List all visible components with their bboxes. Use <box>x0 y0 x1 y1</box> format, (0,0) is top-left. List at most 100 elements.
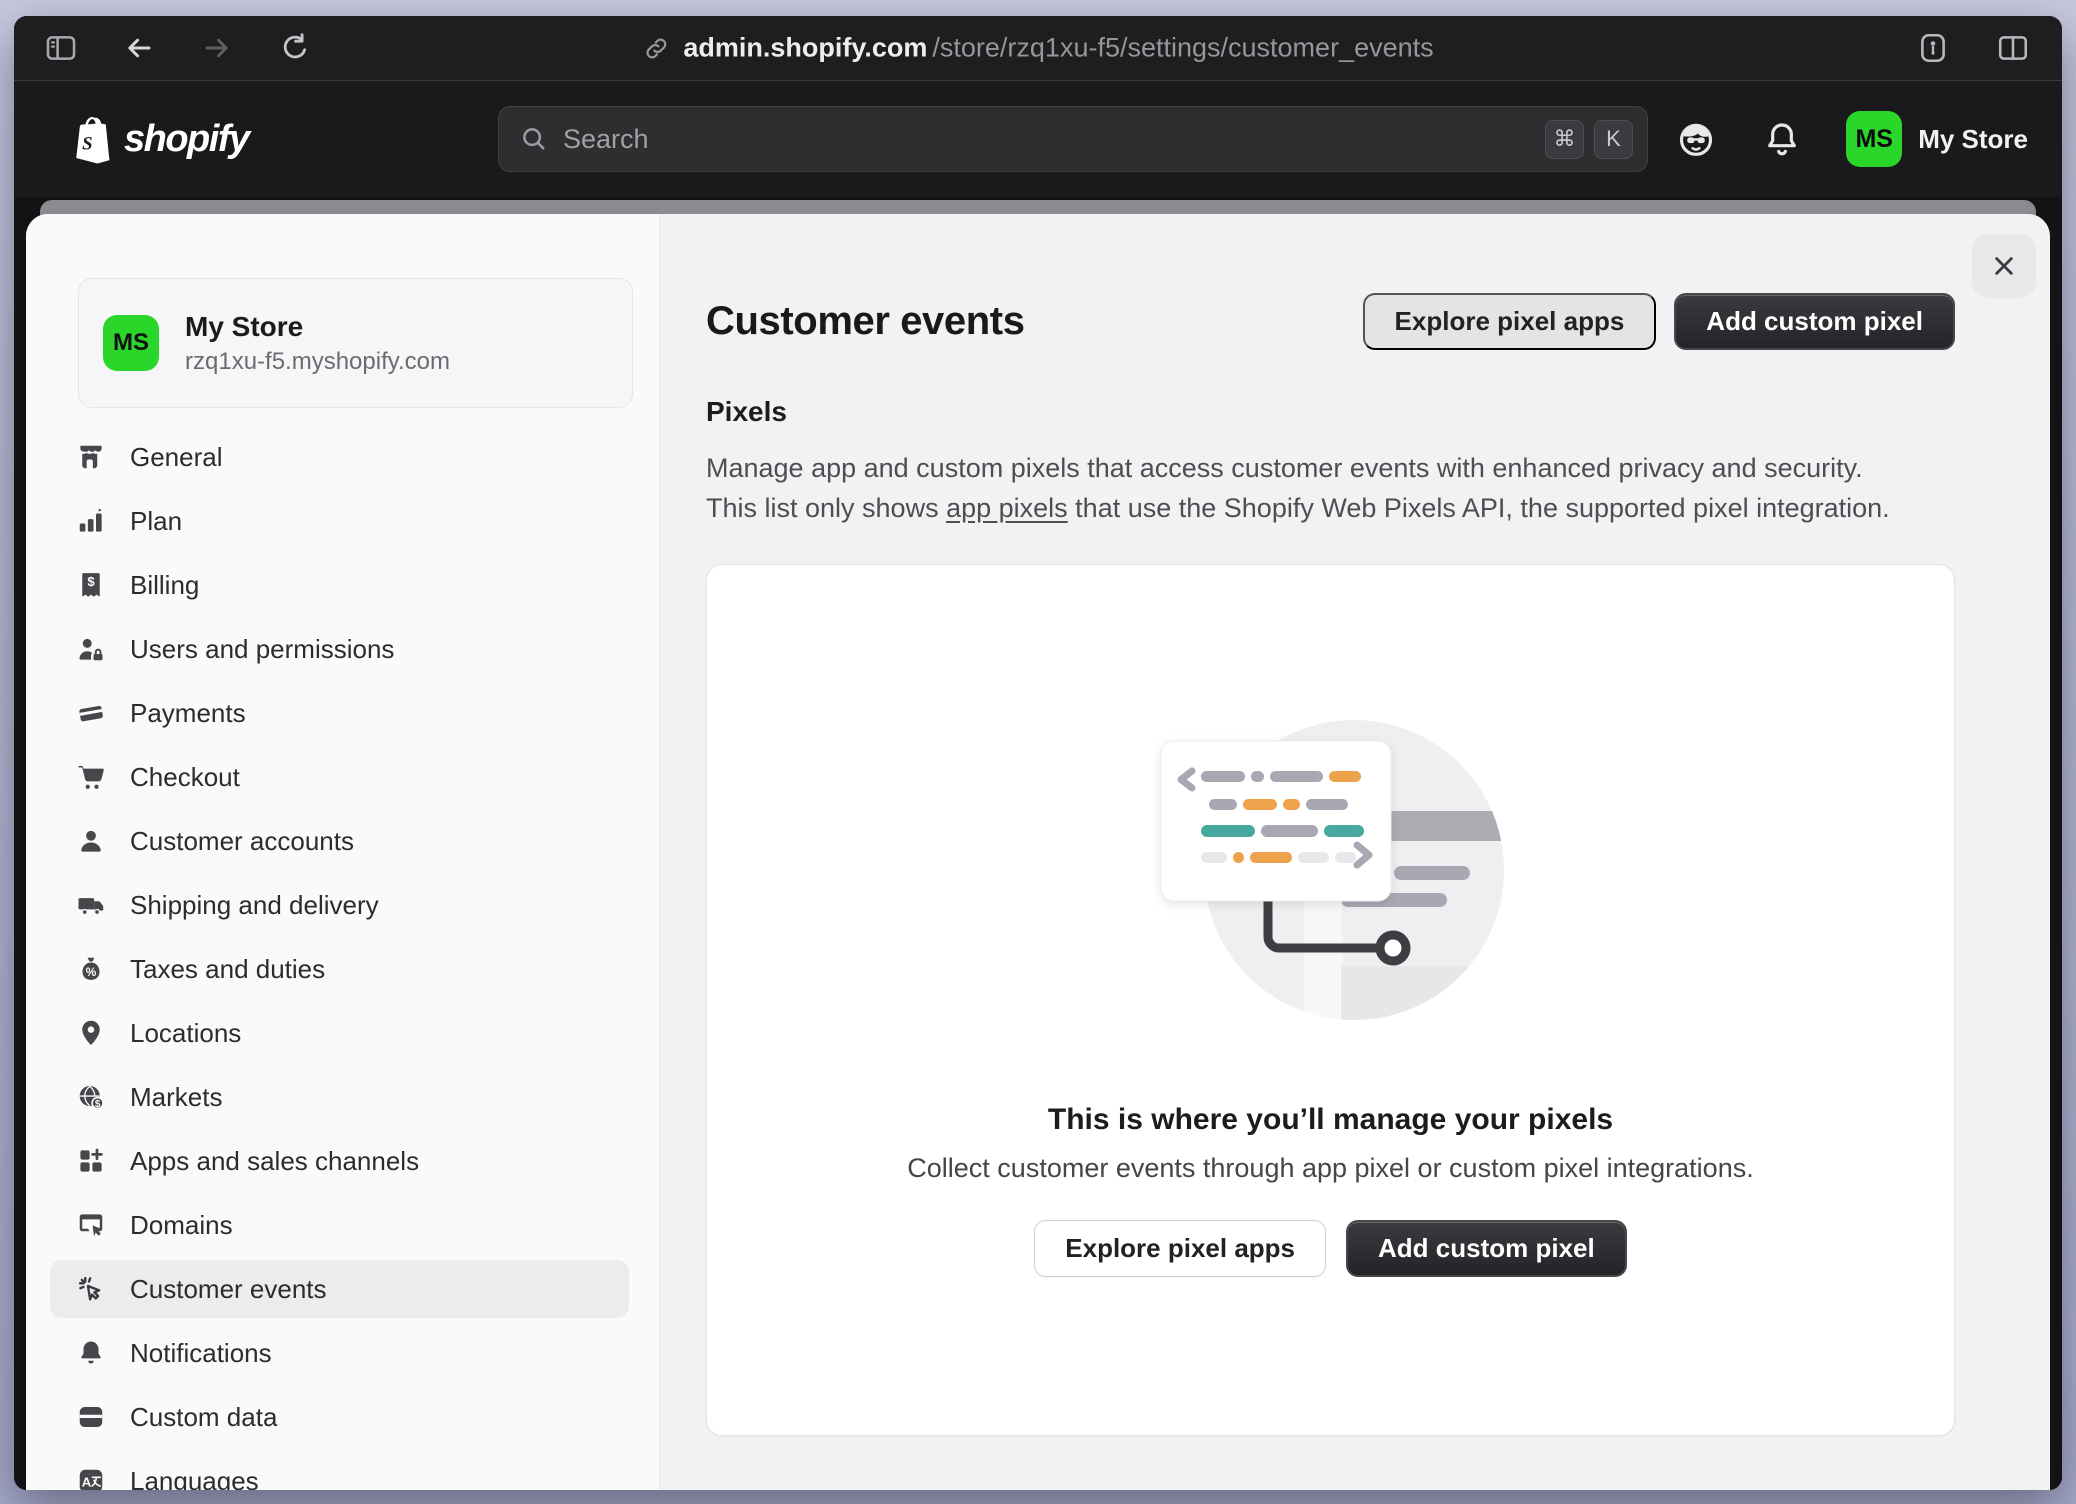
url-path: /store/rzq1xu-f5/settings/customer_event… <box>932 33 1433 64</box>
browser-right-controls <box>1914 29 2062 67</box>
split-view-icon[interactable] <box>1994 29 2032 67</box>
description-line-1: Manage app and custom pixels that access… <box>706 448 1955 488</box>
close-settings-button[interactable] <box>1972 234 2036 298</box>
store-switcher[interactable]: MS My Store rzq1xu-f5.myshopify.com <box>78 278 633 408</box>
sidebar-item-general[interactable]: General <box>50 428 629 486</box>
sidebar-item-billing[interactable]: $ Billing <box>50 556 629 614</box>
sidebar-item-domains[interactable]: Domains <box>50 1196 629 1254</box>
settings-modal: MS My Store rzq1xu-f5.myshopify.com Gene… <box>26 214 2050 1490</box>
sidebar-item-label: Domains <box>130 1210 233 1241</box>
search-input[interactable]: Search ⌘ K <box>498 106 1648 172</box>
sidebar-item-label: Users and permissions <box>130 634 394 665</box>
pixels-empty-state-card: This is where you’ll manage your pixels … <box>706 564 1955 1436</box>
explore-pixel-apps-button-empty[interactable]: Explore pixel apps <box>1034 1220 1326 1277</box>
browser-toolbar: admin.shopify.com/store/rzq1xu-f5/settin… <box>14 16 2062 81</box>
admin-page-backdrop: MS My Store rzq1xu-f5.myshopify.com Gene… <box>14 197 2062 1490</box>
settings-sidebar: MS My Store rzq1xu-f5.myshopify.com Gene… <box>26 214 660 1490</box>
sidebar-item-label: Billing <box>130 570 199 601</box>
sidebar-item-custom-data[interactable]: Custom data <box>50 1388 629 1446</box>
shipping-icon <box>76 890 106 920</box>
locations-icon <box>76 1018 106 1048</box>
sidebar-toggle-icon[interactable] <box>42 29 80 67</box>
sidebar-item-customer-events[interactable]: Customer events <box>50 1260 629 1318</box>
sidebar-item-label: Plan <box>130 506 182 537</box>
sidebar-item-label: Locations <box>130 1018 241 1049</box>
link-icon <box>642 34 670 62</box>
customer-accounts-icon <box>76 826 106 856</box>
sidebar-item-apps-and-sales-channels[interactable]: Apps and sales channels <box>50 1132 629 1190</box>
customer-events-icon <box>76 1274 106 1304</box>
sidebar-item-label: Apps and sales channels <box>130 1146 419 1177</box>
sidebar-item-notifications[interactable]: Notifications <box>50 1324 629 1382</box>
pixels-section-description: Manage app and custom pixels that access… <box>706 448 1955 528</box>
header-actions: Explore pixel apps Add custom pixel <box>1363 293 1955 350</box>
close-icon <box>1988 250 2020 282</box>
add-custom-pixel-button-empty[interactable]: Add custom pixel <box>1346 1220 1627 1277</box>
sidebar-item-users-and-permissions[interactable]: Users and permissions <box>50 620 629 678</box>
sidebar-item-label: Payments <box>130 698 246 729</box>
plan-icon <box>76 506 106 536</box>
store-avatar: MS <box>103 315 159 371</box>
settings-content: Customer events Explore pixel apps Add c… <box>660 214 2050 1490</box>
shopify-logo[interactable]: S shopify <box>70 114 249 164</box>
url-host: admin.shopify.com <box>683 33 927 64</box>
bell-icon[interactable] <box>1760 117 1804 161</box>
sidebar-item-locations[interactable]: Locations <box>50 1004 629 1062</box>
sidebar-item-shipping-and-delivery[interactable]: Shipping and delivery <box>50 876 629 934</box>
shopify-wordmark: shopify <box>124 118 249 161</box>
account-menu[interactable]: MS My Store <box>1846 111 2028 167</box>
markets-icon: $ <box>76 1082 106 1112</box>
svg-text:$: $ <box>87 574 95 589</box>
search-icon <box>519 124 549 154</box>
domains-icon <box>76 1210 106 1240</box>
shopify-header: S shopify Search ⌘ K MS My Store <box>14 81 2062 197</box>
address-bar[interactable]: admin.shopify.com/store/rzq1xu-f5/settin… <box>642 33 1433 64</box>
custom-data-icon <box>76 1402 106 1432</box>
forward-icon[interactable] <box>198 29 236 67</box>
notifications-icon <box>76 1338 106 1368</box>
desktop: { "browser": { "url_host": "admin.shopif… <box>0 0 2076 1504</box>
empty-state-subtitle: Collect customer events through app pixe… <box>907 1153 1753 1184</box>
sidebar-item-customer-accounts[interactable]: Customer accounts <box>50 812 629 870</box>
k-key-badge: K <box>1594 120 1633 159</box>
explore-pixel-apps-button[interactable]: Explore pixel apps <box>1363 293 1657 350</box>
page-settings-icon[interactable] <box>1914 29 1952 67</box>
svg-text:A: A <box>82 1474 92 1489</box>
add-custom-pixel-button[interactable]: Add custom pixel <box>1674 293 1955 350</box>
billing-icon: $ <box>76 570 106 600</box>
description-line-2: This list only shows app pixels that use… <box>706 488 1955 528</box>
sidebar-item-checkout[interactable]: Checkout <box>50 748 629 806</box>
browser-nav-controls <box>14 29 314 67</box>
search-placeholder: Search <box>563 124 1531 155</box>
sidebar-item-payments[interactable]: Payments <box>50 684 629 742</box>
reload-icon[interactable] <box>276 29 314 67</box>
header-right-cluster: MS My Store <box>1674 111 2028 167</box>
sidebar-item-label: Languages <box>130 1466 259 1491</box>
sidebar-item-taxes-and-duties[interactable]: % Taxes and duties <box>50 940 629 998</box>
account-avatar: MS <box>1846 111 1902 167</box>
payments-icon <box>76 698 106 728</box>
app-pixels-link[interactable]: app pixels <box>946 493 1068 523</box>
empty-state-heading: This is where you’ll manage your pixels <box>1048 1103 1613 1137</box>
sidebar-item-label: Checkout <box>130 762 240 793</box>
languages-icon: A <box>76 1466 106 1490</box>
account-name: My Store <box>1918 124 2028 155</box>
svg-text:S: S <box>82 134 92 155</box>
sidebar-item-label: General <box>130 442 223 473</box>
storefront-icon <box>76 442 106 472</box>
sidebar-item-label: Taxes and duties <box>130 954 325 985</box>
store-name: My Store <box>185 310 450 344</box>
pixels-illustration <box>1141 715 1521 1025</box>
users-icon <box>76 634 106 664</box>
sidebar-item-markets[interactable]: $ Markets <box>50 1068 629 1126</box>
sidebar-item-label: Custom data <box>130 1402 277 1433</box>
apps-icon <box>76 1146 106 1176</box>
sidebar-item-plan[interactable]: Plan <box>50 492 629 550</box>
shopify-bag-icon: S <box>70 114 116 164</box>
sidebar-item-label: Customer accounts <box>130 826 354 857</box>
back-icon[interactable] <box>120 29 158 67</box>
cmd-key-badge: ⌘ <box>1545 120 1584 159</box>
sidekick-face-icon[interactable] <box>1674 117 1718 161</box>
sidebar-item-label: Markets <box>130 1082 222 1113</box>
sidebar-item-languages[interactable]: A Languages <box>50 1452 629 1490</box>
